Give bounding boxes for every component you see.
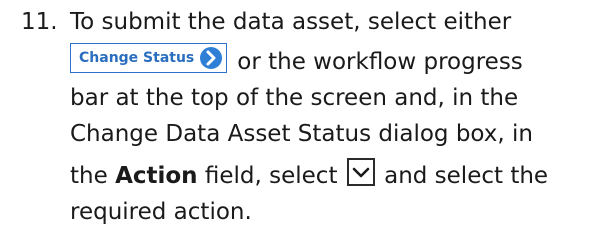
- step-text-line-6: required action.: [70, 199, 252, 225]
- step-line-1: To submit the data asset, select either: [21, 4, 611, 40]
- step-line-3: bar at the top of the screen and, in the: [21, 80, 611, 116]
- step-body: To submit the data asset, select either …: [21, 4, 611, 230]
- step-text-line-1: To submit the data asset, select either: [70, 9, 512, 35]
- chevron-right-circle-icon: [200, 46, 223, 69]
- step-text-line-2: or the workflow progress: [237, 49, 523, 75]
- step-text-line-5a: the: [70, 163, 116, 189]
- step-number: 11.: [21, 9, 58, 35]
- step-line-4: Change Data Asset Status dialog box, in: [21, 116, 611, 152]
- instruction-step: 11. To submit the data asset, select eit…: [21, 4, 611, 230]
- change-status-button[interactable]: Change Status: [70, 42, 228, 73]
- step-text-line-5b: field, select: [197, 163, 338, 189]
- step-text-line-5c: and select the: [384, 163, 549, 189]
- step-text-line-4: Change Data Asset Status dialog box, in: [70, 121, 533, 147]
- change-status-button-label: Change Status: [79, 49, 195, 66]
- step-line-6: required action.: [21, 194, 611, 230]
- action-field-name: Action: [115, 163, 198, 189]
- chevron-down-icon[interactable]: [346, 157, 375, 186]
- step-text-line-3: bar at the top of the screen and, in the: [70, 85, 519, 111]
